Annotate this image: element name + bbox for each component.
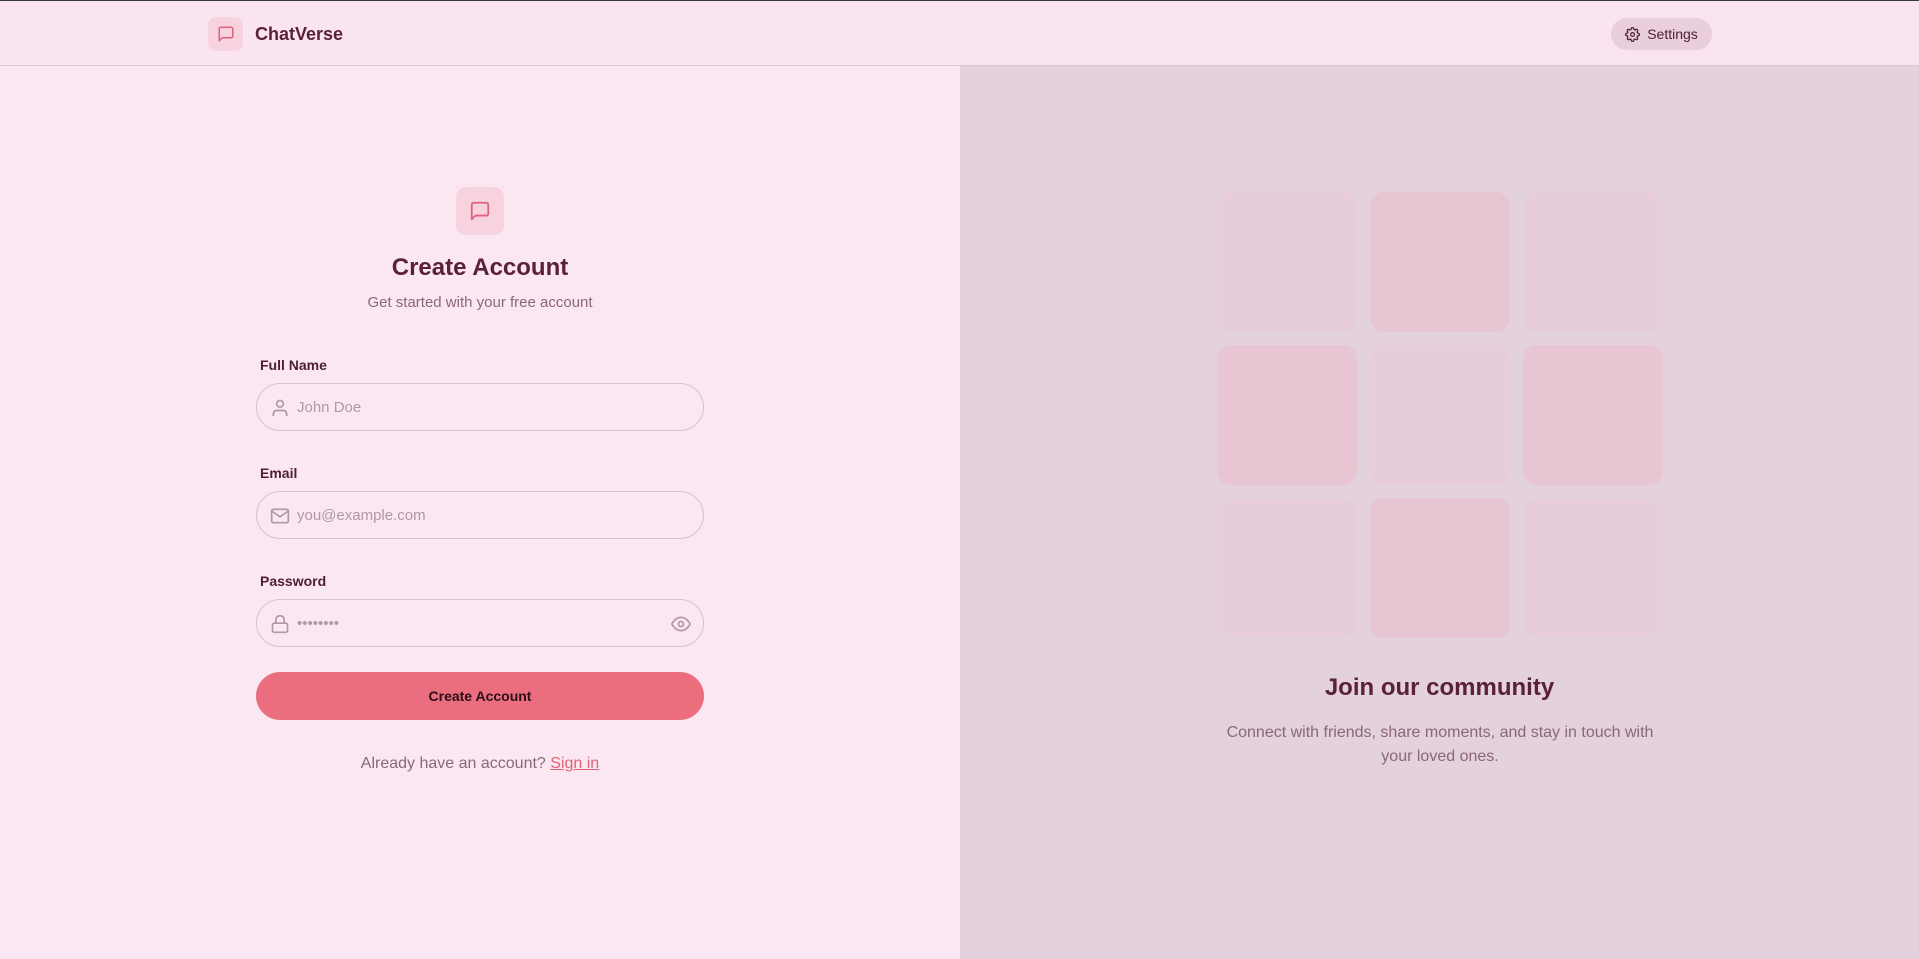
page-subtitle: Get started with your free account <box>367 294 593 311</box>
message-square-icon <box>470 201 490 221</box>
decorative-tile <box>1217 192 1357 332</box>
decorative-tile <box>1370 498 1510 638</box>
form-header-icon-box <box>456 187 504 235</box>
full-name-input[interactable] <box>297 384 657 430</box>
decorative-tile <box>1217 345 1357 485</box>
email-label: Email <box>260 465 298 481</box>
full-name-field-wrapper <box>256 383 704 431</box>
brand-logo <box>208 17 243 51</box>
top-header: ChatVerse Settings <box>0 1 1919 66</box>
create-account-button[interactable]: Create Account <box>256 672 704 720</box>
sign-in-link[interactable]: Sign in <box>550 755 599 772</box>
message-square-icon <box>218 26 233 42</box>
signin-row: Already have an account? Sign in <box>0 755 960 773</box>
decorative-tile <box>1523 192 1663 332</box>
app-frame: ChatVerse Settings Create Account Get st… <box>0 0 1919 959</box>
brand-name: ChatVerse <box>255 23 344 44</box>
decorative-tile <box>1370 345 1510 485</box>
page-title: Create Account <box>391 254 569 281</box>
promo-panel: Join our community Connect with friends,… <box>960 66 1919 959</box>
email-input[interactable] <box>297 492 657 538</box>
password-label: Password <box>260 573 327 589</box>
full-name-label: Full Name <box>260 357 327 373</box>
eye-icon[interactable] <box>671 614 691 634</box>
signin-prompt: Already have an account? <box>360 755 546 772</box>
decorative-tile <box>1523 498 1663 638</box>
password-input[interactable] <box>297 600 657 646</box>
user-icon <box>272 399 288 417</box>
promo-text: Connect with friends, share moments, and… <box>1226 724 1654 765</box>
gear-icon <box>1625 26 1641 42</box>
decorative-tile <box>1523 345 1663 485</box>
brand[interactable]: ChatVerse <box>208 17 343 51</box>
promo-title: Join our community <box>1324 674 1555 701</box>
decorative-tile <box>1217 498 1357 638</box>
settings-label: Settings <box>1647 26 1698 42</box>
email-field-wrapper <box>256 491 704 539</box>
decorative-tile-grid <box>1217 192 1663 638</box>
lock-icon <box>271 614 289 634</box>
password-field-wrapper <box>256 599 704 647</box>
settings-button[interactable]: Settings <box>1611 18 1712 50</box>
mail-icon <box>270 508 290 524</box>
decorative-tile <box>1370 192 1510 332</box>
